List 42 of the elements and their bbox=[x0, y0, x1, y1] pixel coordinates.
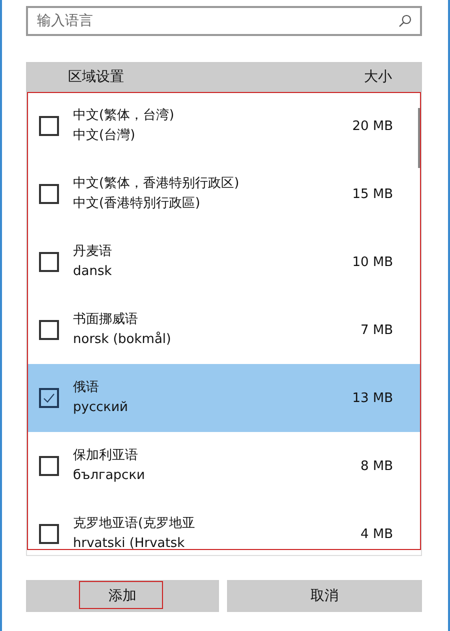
search-field[interactable]: 输入语言 bbox=[26, 6, 422, 36]
language-row[interactable]: 保加利亚语 български 8 MB bbox=[27, 432, 421, 500]
size-text: 15 MB bbox=[352, 186, 393, 202]
native-name: 中文(台灣) bbox=[73, 127, 136, 145]
language-name: 书面挪威语 bbox=[73, 311, 139, 329]
native-name: български bbox=[73, 467, 146, 485]
size-text: 4 MB bbox=[360, 526, 393, 542]
checkbox[interactable] bbox=[39, 524, 59, 544]
size-text: 20 MB bbox=[352, 118, 393, 134]
native-name: norsk (bokmål) bbox=[73, 330, 172, 349]
size-text: 13 MB bbox=[352, 390, 393, 406]
column-header[interactable]: 大小 bbox=[364, 68, 392, 86]
language-row[interactable]: 丹麦语 dansk 10 MB bbox=[27, 228, 421, 296]
checkbox[interactable] bbox=[39, 252, 59, 272]
checkbox[interactable] bbox=[39, 184, 59, 204]
language-name: 中文(繁体，香港特别行政区) bbox=[73, 175, 240, 193]
native-name: hrvatski (Hrvatsk bbox=[73, 535, 186, 553]
language-row[interactable]: 中文(繁体，台湾) 中文(台灣) 20 MB bbox=[27, 92, 421, 160]
language-row[interactable]: 克罗地亚语(克罗地亚 hrvatski (Hrvatsk 4 MB bbox=[27, 500, 421, 555]
language-row[interactable]: 中文(繁体，香港特别行政区) 中文(香港特別行政區) 15 MB bbox=[27, 160, 421, 228]
native-name: 中文(香港特別行政區) bbox=[73, 195, 202, 213]
size-text: 8 MB bbox=[360, 458, 393, 474]
checkbox[interactable] bbox=[39, 456, 59, 476]
native-name: dansk bbox=[73, 263, 113, 281]
language-name: 克罗地亚语(克罗地亚 bbox=[73, 515, 196, 533]
language-name: 中文(繁体，台湾) bbox=[73, 107, 176, 125]
checkbox[interactable] bbox=[39, 388, 59, 408]
column-header[interactable]: 区域设置 bbox=[68, 68, 124, 86]
cancel-button[interactable]: 取消 bbox=[227, 580, 422, 612]
size-text: 7 MB bbox=[360, 322, 393, 338]
search-icon bbox=[398, 14, 412, 28]
checkbox[interactable] bbox=[39, 320, 59, 340]
language-row[interactable]: 俄语 русский 13 MB bbox=[27, 364, 421, 432]
checkbox[interactable] bbox=[39, 116, 59, 136]
native-name: русский bbox=[73, 399, 129, 417]
language-name: 俄语 bbox=[73, 379, 100, 397]
scrollbar-thumb[interactable] bbox=[418, 108, 421, 168]
add-button[interactable]: 添加 bbox=[26, 580, 219, 612]
language-name: 保加利亚语 bbox=[73, 447, 139, 465]
language-row[interactable]: 书面挪威语 norsk (bokmål) 7 MB bbox=[27, 296, 421, 364]
size-text: 10 MB bbox=[352, 254, 393, 270]
language-name: 丹麦语 bbox=[73, 243, 113, 261]
